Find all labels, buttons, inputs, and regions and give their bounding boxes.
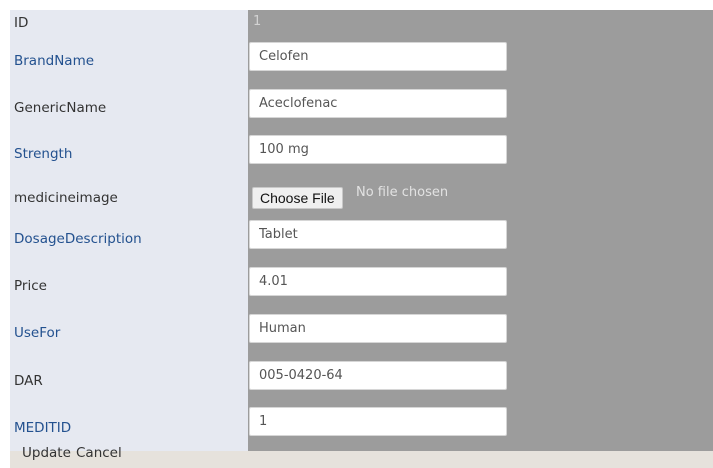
dosage-description-label[interactable]: DosageDescription — [14, 230, 142, 248]
strength-label[interactable]: Strength — [14, 145, 72, 163]
brand-name-label[interactable]: BrandName — [14, 52, 94, 70]
generic-name-label: GenericName — [14, 100, 107, 116]
choose-file-button[interactable]: Choose File — [252, 187, 343, 209]
medicine-image-label: medicineimage — [14, 190, 118, 206]
dar-label: DAR — [14, 373, 43, 389]
file-status-text: No file chosen — [356, 185, 449, 200]
strength-input[interactable] — [249, 135, 507, 164]
id-label: ID — [14, 15, 29, 31]
generic-name-input[interactable] — [249, 89, 507, 118]
brand-name-input[interactable] — [249, 42, 507, 71]
use-for-label[interactable]: UseFor — [14, 324, 60, 342]
cancel-link[interactable]: Cancel — [76, 444, 122, 462]
price-label: Price — [14, 278, 47, 294]
use-for-input[interactable] — [249, 314, 507, 343]
update-link[interactable]: Update — [22, 444, 71, 462]
id-value: 1 — [253, 14, 262, 29]
dosage-description-input[interactable] — [249, 220, 507, 249]
meditid-input[interactable] — [249, 407, 507, 436]
dar-input[interactable] — [249, 361, 507, 390]
price-input[interactable] — [249, 267, 507, 296]
meditid-label[interactable]: MEDITID — [14, 419, 71, 437]
